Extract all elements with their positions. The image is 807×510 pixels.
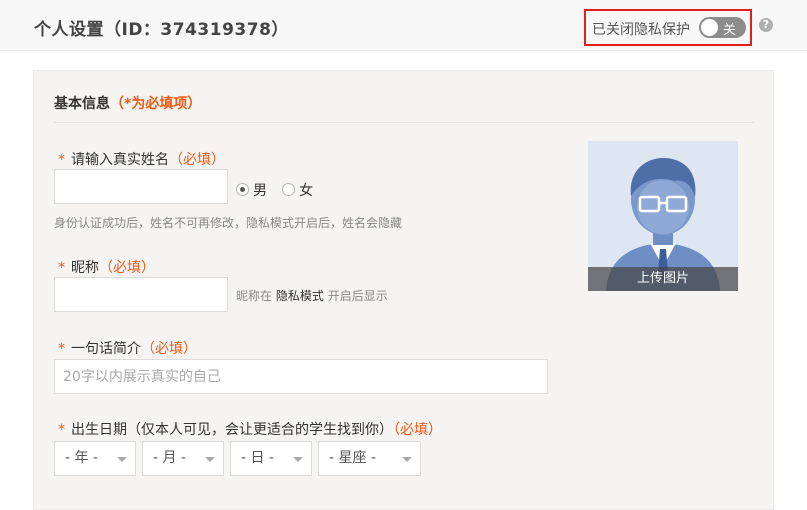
- privacy-toggle-area: 已关闭隐私保护 关: [584, 9, 752, 46]
- month-select[interactable]: - 月 -: [142, 441, 224, 476]
- birthday-label-text: 出生日期（仅本人可见，会让更适合的学生找到你）: [71, 422, 393, 438]
- gender-male-radio[interactable]: [236, 183, 249, 196]
- chevron-down-icon: [117, 457, 127, 462]
- month-select-value: - 月 -: [153, 450, 187, 466]
- real-name-input[interactable]: [54, 169, 228, 204]
- gender-radio-group: 男 女: [236, 179, 323, 200]
- day-select[interactable]: - 日 -: [230, 441, 312, 476]
- chevron-down-icon: [402, 457, 412, 462]
- bio-input[interactable]: [54, 359, 548, 394]
- zodiac-select-value: - 星座 -: [329, 450, 377, 466]
- toggle-text: 关: [723, 23, 737, 38]
- nickname-label: * 昵称（必填）: [58, 257, 155, 277]
- upload-image-button[interactable]: 上传图片: [588, 267, 738, 291]
- toggle-knob: [701, 19, 718, 36]
- gender-female-label: 女: [299, 182, 314, 199]
- name-label-text: 请输入真实姓名: [71, 152, 169, 168]
- chevron-down-icon: [205, 457, 215, 462]
- privacy-toggle[interactable]: 关: [699, 17, 746, 38]
- day-select-value: - 日 -: [241, 450, 275, 466]
- required-star: *: [58, 152, 65, 168]
- name-label: * 请输入真实姓名（必填）: [58, 149, 225, 169]
- nickname-label-text: 昵称: [71, 260, 99, 276]
- zodiac-select[interactable]: - 星座 -: [318, 441, 421, 476]
- page-title: 个人设置（ID：374319378）: [34, 20, 289, 40]
- basic-info-panel: 基本信息（*为必填项） * 请输入真实姓名（必填） 男 女 身份认证成功后，姓名不…: [33, 70, 774, 510]
- required-star: *: [58, 341, 65, 357]
- chevron-down-icon: [293, 457, 303, 462]
- bio-label-text: 一句话简介: [71, 341, 141, 357]
- gender-female-radio[interactable]: [282, 183, 296, 196]
- year-select[interactable]: - 年 -: [54, 441, 136, 476]
- avatar-upload[interactable]: 上传图片: [588, 141, 738, 291]
- nickname-hint-prefix: 昵称在: [236, 289, 273, 303]
- nickname-hint-mode: 隐私模式: [275, 289, 324, 303]
- nickname-input[interactable]: [54, 277, 228, 312]
- section-required-note: （*为必填项）: [110, 96, 202, 112]
- birthday-label: * 出生日期（仅本人可见，会让更适合的学生找到你）（必填）: [58, 419, 442, 439]
- section-divider: [54, 122, 754, 123]
- bio-label: * 一句话简介（必填）: [58, 338, 197, 358]
- nickname-hint: 昵称在 隐私模式 开启后显示: [236, 287, 388, 304]
- required-text: （必填）: [141, 341, 197, 357]
- required-text: （必填）: [393, 422, 442, 438]
- gender-male-label: 男: [253, 182, 267, 199]
- section-title-text: 基本信息: [54, 96, 110, 112]
- help-icon[interactable]: ?: [759, 18, 773, 32]
- nickname-hint-suffix: 开启后显示: [327, 289, 388, 303]
- section-title: 基本信息（*为必填项）: [54, 93, 201, 113]
- required-text: （必填）: [169, 152, 225, 168]
- required-star: *: [58, 260, 65, 276]
- privacy-label: 已关闭隐私保护: [592, 22, 690, 38]
- required-star: *: [58, 422, 65, 438]
- required-text: （必填）: [99, 260, 155, 276]
- year-select-value: - 年 -: [65, 450, 99, 466]
- name-hint: 身份认证成功后，姓名不可再修改，隐私模式开启后，姓名会隐藏: [54, 216, 403, 230]
